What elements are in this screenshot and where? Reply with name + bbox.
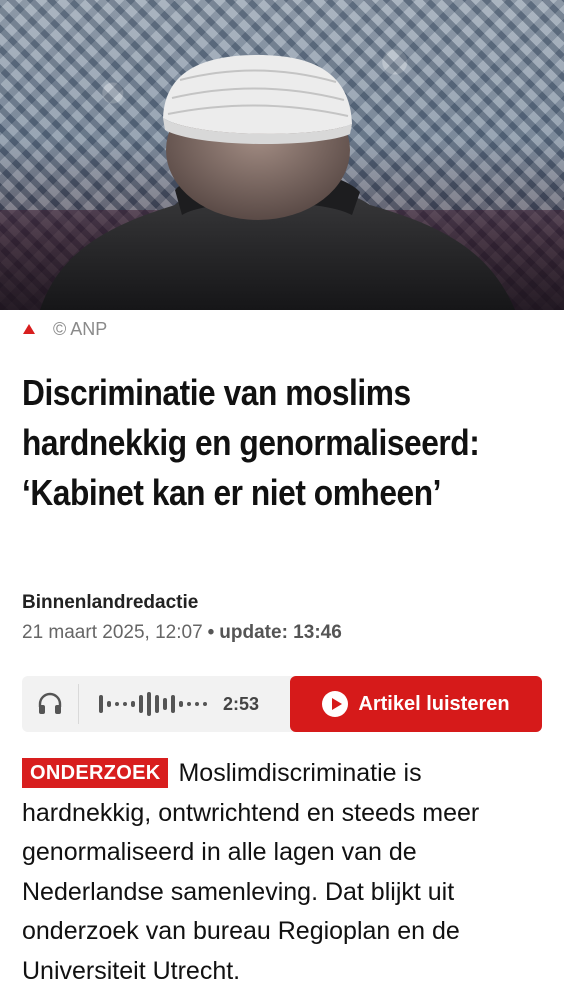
hero-person-illustration (40, 55, 515, 310)
intro-text: Moslimdiscriminatie is hardnekkig, ontwr… (22, 759, 480, 985)
article-author: Binnenlandredactie (22, 592, 199, 613)
publish-date: 21 maart 2025, 12:07 (22, 622, 203, 643)
triangle-up-icon[interactable] (23, 324, 35, 334)
headphones-icon (22, 676, 78, 732)
article-headline: Discriminatie van moslims hardnekkig en … (22, 372, 480, 513)
article-dateline: 21 maart 2025, 12:07 • update: 13:46 (22, 622, 342, 644)
audio-player: 2:53 Artikel luisteren (22, 676, 542, 732)
audio-duration: 2:53 (223, 693, 260, 714)
waveform-icon (99, 689, 207, 719)
update-time: update: 13:46 (219, 622, 342, 643)
dateline-separator: • (207, 622, 215, 643)
audio-divider (78, 684, 79, 724)
category-badge[interactable]: ONDERZOEK (22, 758, 169, 788)
article-intro: ONDERZOEK Moslimdiscriminatie is hardnekk… (22, 754, 546, 991)
image-caption: © ANP (22, 318, 107, 340)
hero-image (0, 0, 564, 310)
photo-credit: © ANP (53, 318, 108, 339)
play-icon (322, 691, 349, 717)
listen-article-button[interactable]: Artikel luisteren (290, 676, 542, 732)
listen-button-label: Artikel luisteren (358, 692, 510, 715)
